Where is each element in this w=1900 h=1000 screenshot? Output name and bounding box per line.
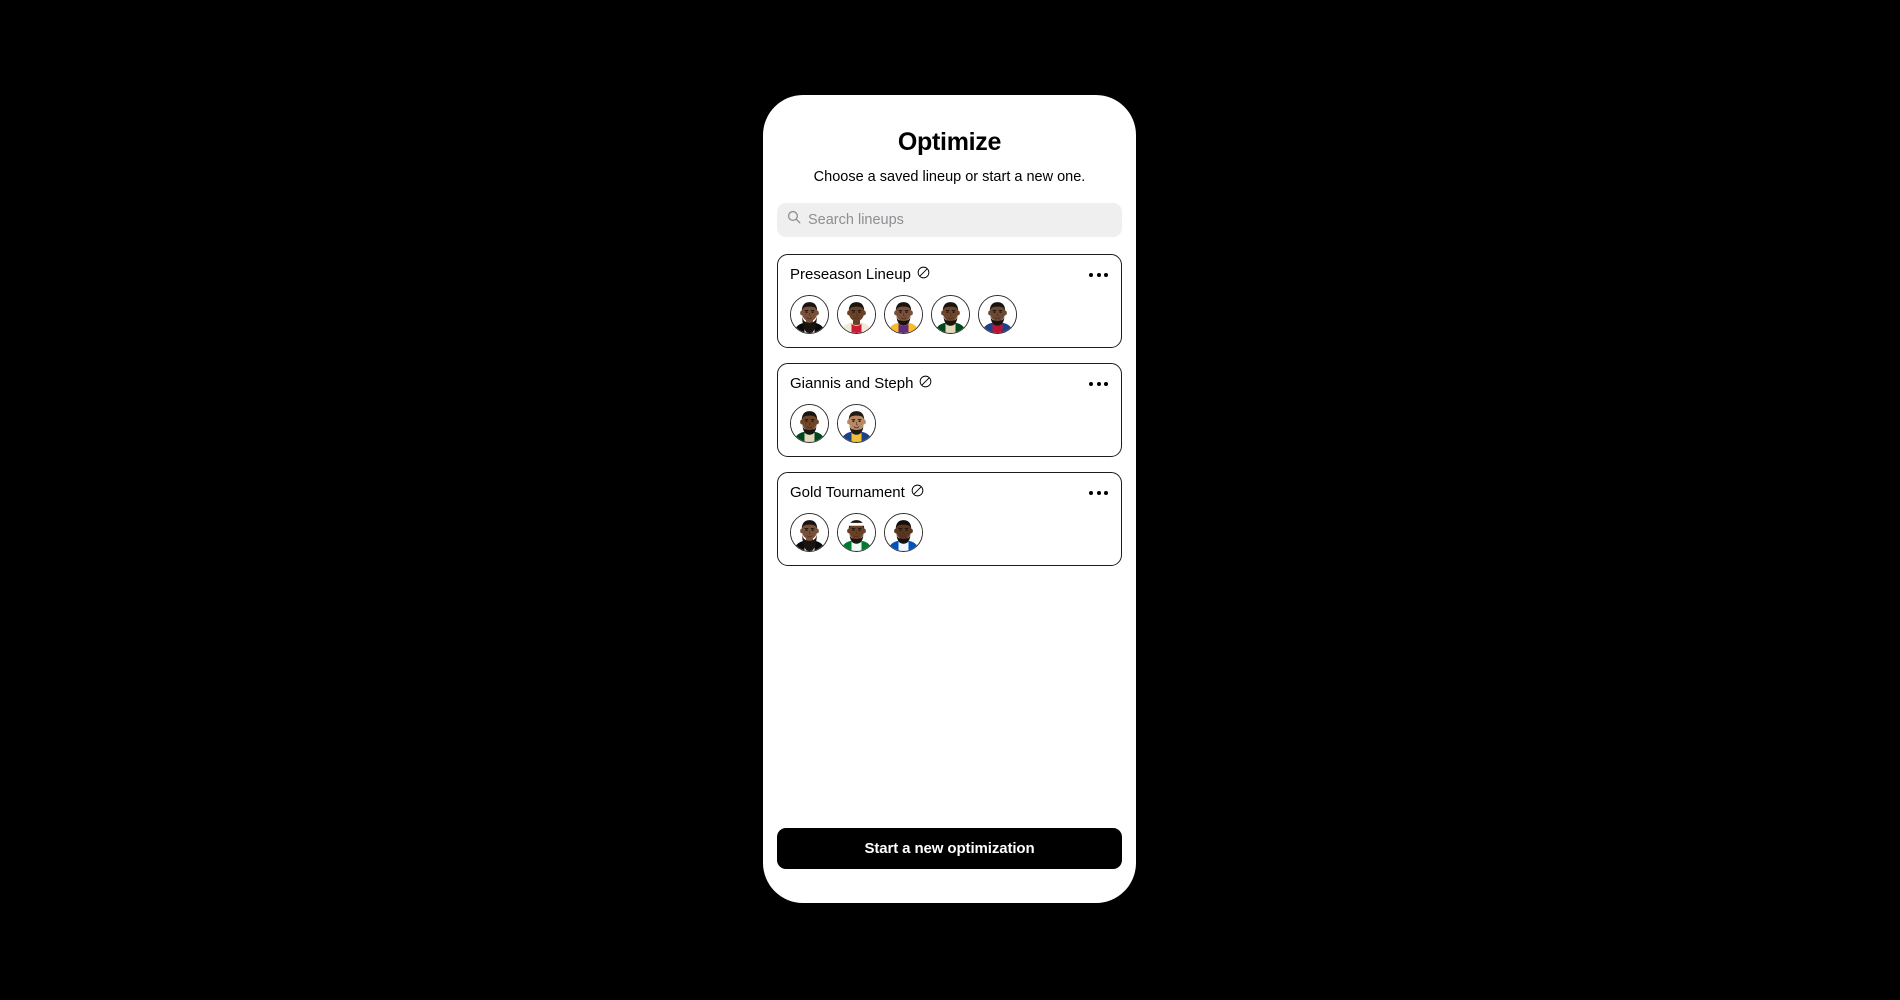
player-avatar[interactable] [884, 512, 923, 552]
player-avatar[interactable] [790, 294, 829, 334]
player-avatar[interactable] [790, 512, 829, 552]
player-avatar[interactable] [931, 294, 970, 334]
circle-slash-icon[interactable] [919, 375, 932, 393]
player-avatar[interactable] [790, 403, 829, 443]
player-avatar[interactable] [837, 294, 876, 334]
app-screen: Optimize Choose a saved lineup or start … [763, 95, 1136, 828]
lineup-card[interactable]: Gold Tournament [777, 471, 1122, 566]
start-new-optimization-button[interactable]: Start a new optimization [777, 828, 1122, 869]
more-options-icon[interactable] [1079, 378, 1109, 390]
footer-bar: Start a new optimization [763, 828, 1136, 903]
lineup-card-header: Gold Tournament [790, 483, 1109, 503]
player-avatar[interactable] [978, 294, 1017, 334]
lineup-list: Preseason Lineup Giannis and Steph Gold To… [777, 253, 1122, 566]
circle-slash-icon[interactable] [917, 266, 930, 284]
search-icon [787, 210, 801, 229]
player-avatar[interactable] [837, 512, 876, 552]
more-options-icon[interactable] [1079, 269, 1109, 281]
lineup-card-header: Preseason Lineup [790, 265, 1109, 285]
lineup-card[interactable]: Preseason Lineup [777, 253, 1122, 348]
player-avatar-row [790, 403, 1109, 443]
player-avatar-row [790, 294, 1109, 334]
lineup-card[interactable]: Giannis and Steph [777, 362, 1122, 457]
page-title: Optimize [897, 128, 1002, 156]
circle-slash-icon[interactable] [911, 484, 924, 502]
phone-frame: Optimize Choose a saved lineup or start … [763, 95, 1136, 903]
page-subtitle: Choose a saved lineup or start a new one… [813, 168, 1086, 185]
more-options-icon[interactable] [1079, 487, 1109, 499]
lineup-name: Giannis and Steph [790, 374, 914, 392]
lineup-name: Preseason Lineup [790, 265, 911, 283]
player-avatar[interactable] [884, 294, 923, 334]
screenshot-root: Optimize Choose a saved lineup or start … [0, 0, 1900, 1000]
player-avatar-row [790, 512, 1109, 552]
player-avatar[interactable] [837, 403, 876, 443]
search-input[interactable] [808, 202, 1112, 237]
lineup-card-header: Giannis and Steph [790, 374, 1109, 394]
search-bar[interactable] [777, 202, 1122, 237]
lineup-name: Gold Tournament [790, 483, 905, 501]
